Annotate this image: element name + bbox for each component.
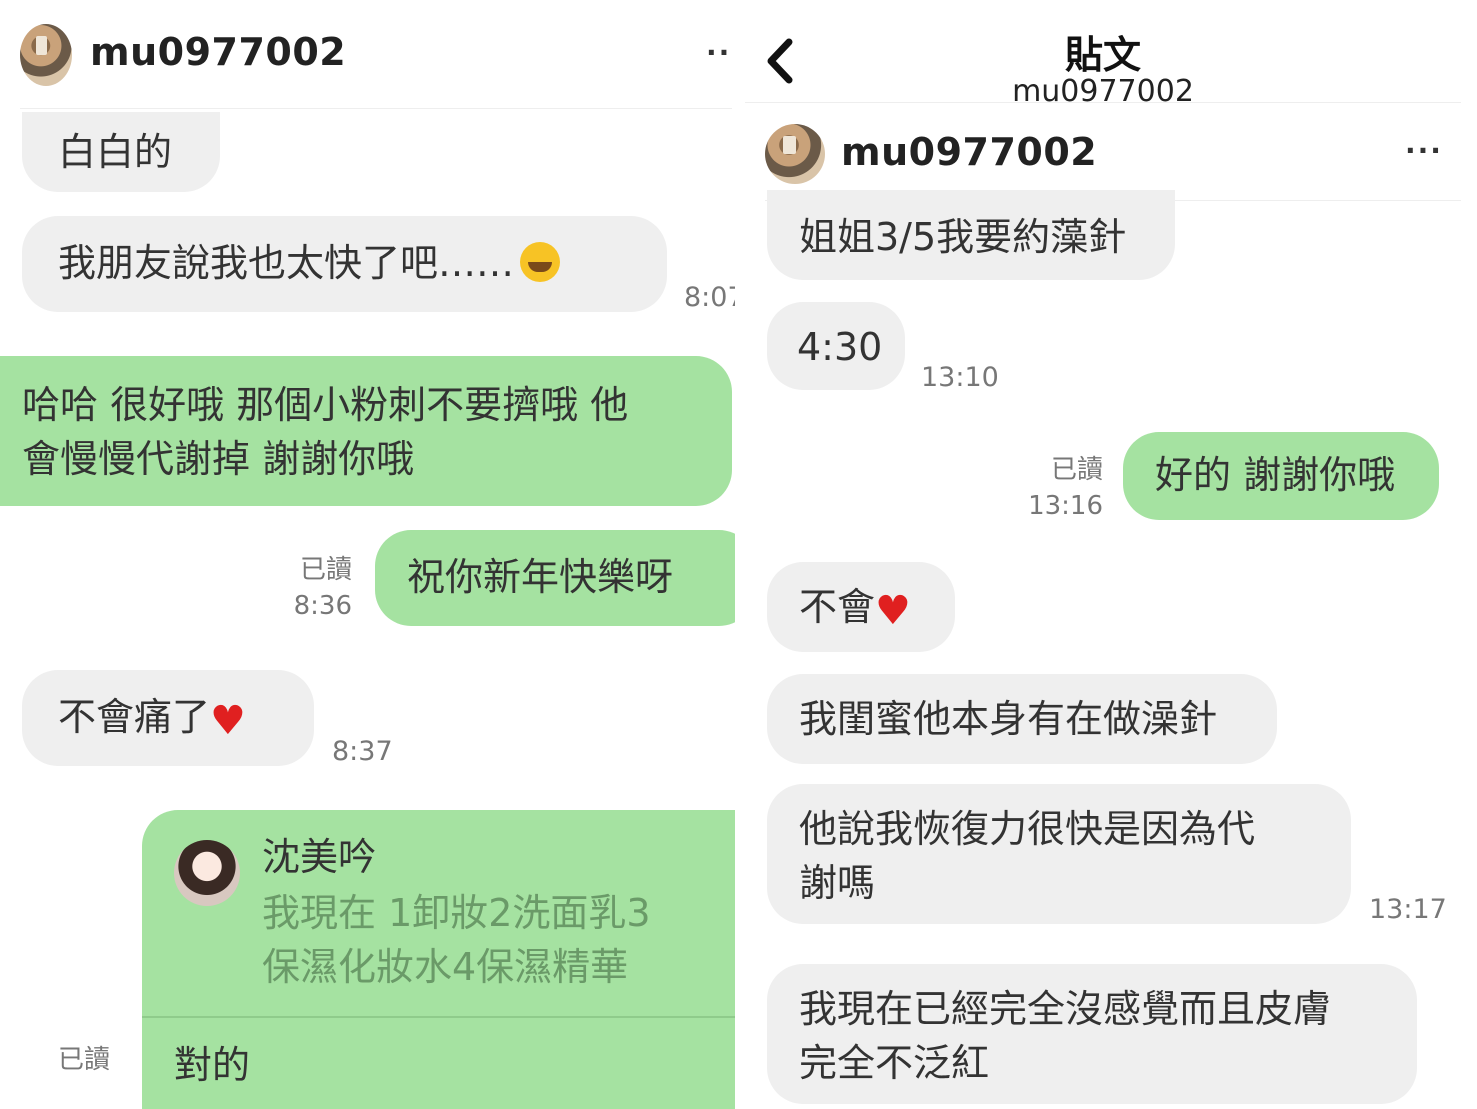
message-text-line: 謝嗎 bbox=[799, 861, 876, 905]
message-text: 好的 謝謝你哦 bbox=[1155, 453, 1396, 497]
message-bubble-incoming[interactable]: 我閨蜜他本身有在做澡針 bbox=[767, 674, 1277, 764]
message-time: 8:36 bbox=[293, 591, 352, 621]
title-divider bbox=[745, 102, 1461, 103]
message-bubble-incoming[interactable]: 白白的 bbox=[22, 112, 220, 192]
message-bubble-incoming[interactable]: 不會痛了♥ bbox=[22, 670, 314, 766]
message-time: 13:16 bbox=[1028, 491, 1103, 521]
read-receipt: 已讀 8:36 bbox=[280, 552, 352, 624]
username[interactable]: mu0977002 bbox=[90, 30, 346, 74]
message-text: 4:30 bbox=[797, 325, 883, 369]
message-text: 對的 bbox=[174, 1043, 251, 1087]
username[interactable]: mu0977002 bbox=[841, 130, 1097, 174]
message-text: 我朋友說我也太快了吧…… bbox=[58, 241, 515, 285]
message-text-line: 哈哈 很好哦 那個小粉刺不要擠哦 他 bbox=[22, 383, 629, 427]
user-avatar[interactable] bbox=[765, 124, 825, 184]
message-bubble-incoming[interactable]: 不會♥ bbox=[767, 562, 955, 652]
heart-icon: ♥ bbox=[210, 698, 246, 744]
page-subtitle: mu0977002 bbox=[1012, 74, 1194, 109]
quoted-text-line: 我現在 1卸妝2洗面乳3 bbox=[262, 891, 651, 935]
message-bubble-incoming[interactable]: 姐姐3/5我要約藻針 bbox=[767, 190, 1175, 280]
message-bubble-outgoing[interactable]: 祝你新年快樂呀 bbox=[375, 530, 735, 626]
reply-message-bubble[interactable]: 沈美吟 我現在 1卸妝2洗面乳3 保濕化妝水4保濕精華 對的 bbox=[142, 810, 735, 1109]
read-label: 已讀 bbox=[1050, 455, 1103, 485]
heart-icon: ♥ bbox=[875, 588, 911, 634]
right-screenshot-panel: 貼文 mu0977002 mu0977002 ··· 姐姐3/5我要約藻針 4:… bbox=[745, 0, 1477, 1109]
quote-divider bbox=[142, 1016, 735, 1018]
message-text-line: 會慢慢代謝掉 謝謝你哦 bbox=[22, 437, 415, 481]
message-bubble-outgoing[interactable]: 哈哈 很好哦 那個小粉刺不要擠哦 他 會慢慢代謝掉 謝謝你哦 bbox=[0, 356, 732, 506]
message-bubble-outgoing[interactable]: 好的 謝謝你哦 bbox=[1123, 432, 1439, 520]
message-text: 不會 bbox=[799, 585, 876, 629]
message-text: 我閨蜜他本身有在做澡針 bbox=[799, 697, 1218, 741]
message-time: 13:10 bbox=[921, 362, 999, 393]
quoted-text-line: 保濕化妝水4保濕精華 bbox=[262, 945, 629, 989]
message-time: 13:17 bbox=[1369, 894, 1447, 925]
message-bubble-incoming[interactable]: 他說我恢復力很快是因為代 謝嗎 bbox=[767, 784, 1351, 924]
message-text-line: 我現在已經完全沒感覺而且皮膚 bbox=[799, 987, 1332, 1031]
message-text: 白白的 bbox=[58, 130, 173, 174]
message-time: 8:37 bbox=[332, 736, 393, 767]
header-divider bbox=[20, 108, 732, 109]
more-options-icon[interactable]: ·· bbox=[706, 36, 731, 69]
rofl-emoji-icon bbox=[520, 242, 561, 282]
message-bubble-incoming[interactable]: 我朋友說我也太快了吧…… bbox=[22, 216, 667, 312]
message-bubble-incoming[interactable]: 4:30 bbox=[767, 302, 905, 390]
message-time: 8:07 bbox=[684, 282, 735, 313]
quoted-user-name: 沈美吟 bbox=[262, 835, 377, 879]
read-receipt: 已讀 bbox=[58, 1045, 111, 1075]
message-text-line: 他說我恢復力很快是因為代 bbox=[799, 807, 1256, 851]
quoted-user-avatar bbox=[174, 840, 240, 906]
page-title: 貼文 bbox=[1064, 33, 1141, 77]
read-label: 已讀 bbox=[299, 555, 352, 585]
left-screenshot-panel: mu0977002 ·· 白白的 我朋友說我也太快了吧…… 8:07 哈哈 很好… bbox=[0, 0, 735, 1109]
message-text-line: 完全不泛紅 bbox=[799, 1041, 990, 1085]
more-options-icon[interactable]: ··· bbox=[1405, 134, 1443, 167]
user-avatar[interactable] bbox=[20, 24, 72, 86]
message-text: 祝你新年快樂呀 bbox=[407, 555, 674, 599]
message-text: 姐姐3/5我要約藻針 bbox=[799, 215, 1127, 259]
message-bubble-incoming[interactable]: 我現在已經完全沒感覺而且皮膚 完全不泛紅 bbox=[767, 964, 1417, 1104]
message-text: 不會痛了 bbox=[58, 695, 211, 739]
read-receipt: 已讀 13:16 bbox=[1025, 452, 1103, 524]
